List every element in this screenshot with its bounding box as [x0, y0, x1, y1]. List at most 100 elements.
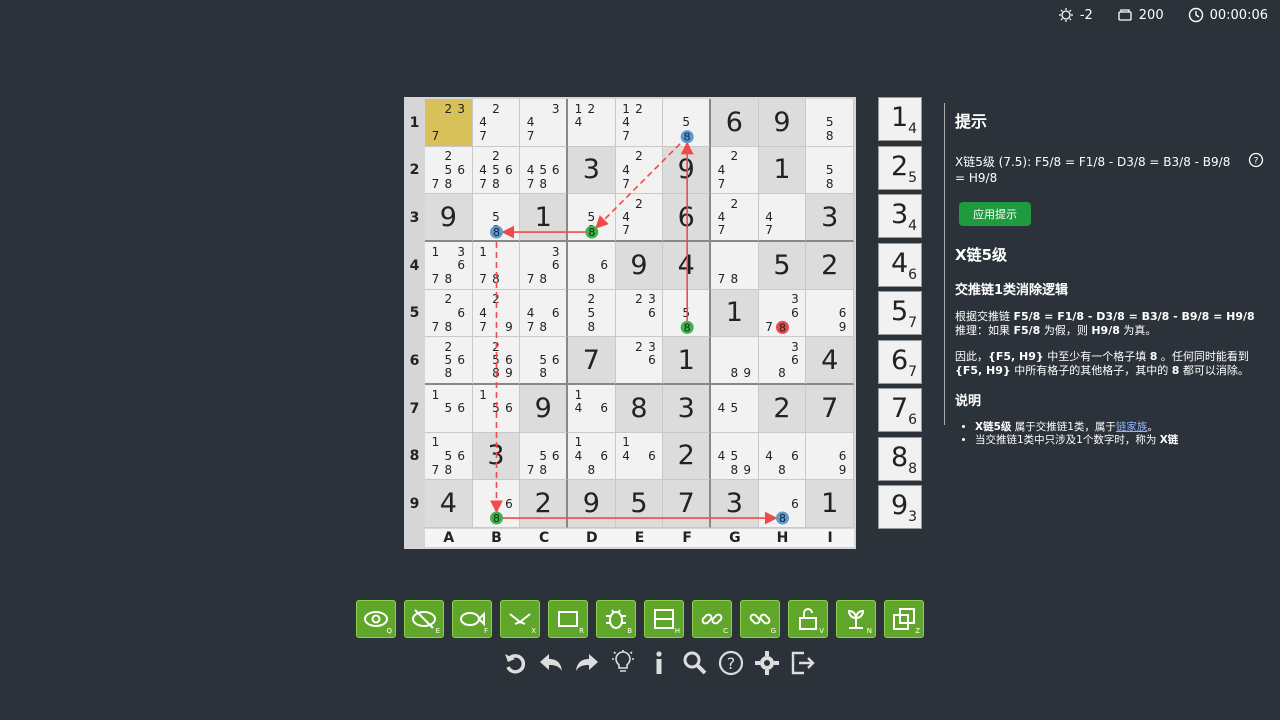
cell-e2[interactable]: 247 — [615, 146, 664, 195]
x-wing-button[interactable]: X — [500, 600, 540, 638]
cell-c9[interactable]: 2 — [520, 480, 568, 528]
cell-f3[interactable]: 6 — [663, 194, 711, 242]
exit-button[interactable] — [788, 648, 818, 678]
rectangle-button[interactable]: R — [548, 600, 588, 638]
cell-h7[interactable]: 2 — [758, 385, 807, 433]
cell-d1[interactable]: 124 — [568, 99, 616, 147]
cell-f6[interactable]: 1 — [663, 337, 711, 385]
help-circle-icon[interactable]: ? — [1248, 152, 1264, 168]
cell-a3[interactable]: 9 — [425, 194, 473, 242]
cell-h8[interactable]: 4 68 — [758, 432, 807, 481]
cell-i8[interactable]: 69 — [806, 432, 854, 481]
cell-e3[interactable]: 247 — [615, 194, 664, 242]
cell-f8[interactable]: 2 — [663, 432, 711, 481]
cell-c1[interactable]: 3 47 — [520, 99, 568, 147]
cell-f2[interactable]: 9 — [663, 146, 711, 195]
help-button[interactable]: ? — [716, 648, 746, 678]
cell-e6[interactable]: 236 — [615, 337, 664, 385]
cell-g4[interactable]: 78 — [711, 242, 759, 290]
cell-h4[interactable]: 5 — [758, 242, 807, 290]
cell-b2[interactable]: 2456 78 — [472, 146, 521, 195]
view-candidates-button[interactable]: Q — [356, 600, 396, 638]
cell-d6[interactable]: 7 — [568, 337, 616, 385]
cell-g7[interactable]: 45 — [711, 385, 759, 433]
cell-i2[interactable]: 58 — [806, 146, 854, 195]
cell-f7[interactable]: 3 — [663, 385, 711, 433]
cell-i9[interactable]: 1 — [806, 480, 854, 528]
cell-b7[interactable]: 156 — [472, 385, 521, 433]
cell-a4[interactable]: 1 36 78 — [425, 242, 473, 290]
cell-i5[interactable]: 69 — [806, 289, 854, 338]
cell-e1[interactable]: 1247 — [615, 99, 664, 147]
cell-d5[interactable]: 258 — [568, 289, 616, 338]
cell-h2[interactable]: 1 — [758, 146, 807, 195]
cell-b5[interactable]: 247 9 — [472, 289, 521, 338]
cell-g2[interactable]: 247 — [711, 146, 759, 195]
chain-family-link[interactable]: 链家族 — [1116, 421, 1148, 433]
cell-g1[interactable]: 6 — [711, 99, 759, 147]
digit-count-4[interactable]: 46 — [878, 242, 922, 287]
undo-button[interactable] — [536, 648, 566, 678]
cell-b8[interactable]: 3 — [472, 432, 521, 481]
digit-count-2[interactable]: 25 — [878, 145, 922, 190]
cell-h6[interactable]: 368 — [758, 337, 807, 385]
cell-e5[interactable]: 236 — [615, 289, 664, 338]
cell-d2[interactable]: 3 — [568, 146, 616, 195]
settings-button[interactable] — [752, 648, 782, 678]
cell-g9[interactable]: 3 — [711, 480, 759, 528]
cell-a8[interactable]: 156 78 — [425, 432, 473, 481]
unlock-button[interactable]: V — [788, 600, 828, 638]
fish-button[interactable]: F — [452, 600, 492, 638]
digit-count-5[interactable]: 57 — [878, 291, 922, 335]
digit-count-8[interactable]: 88 — [878, 436, 922, 481]
cell-d8[interactable]: 14 68 — [568, 432, 616, 481]
cell-e9[interactable]: 5 — [615, 480, 664, 528]
cell-b9[interactable]: 68 — [472, 480, 521, 528]
cell-c6[interactable]: 568 — [520, 337, 568, 385]
digit-count-6[interactable]: 67 — [878, 339, 922, 384]
cell-a2[interactable]: 256 78 — [425, 146, 473, 195]
cell-b3[interactable]: 58 — [472, 194, 521, 242]
cell-c7[interactable]: 9 — [520, 385, 568, 433]
grouped-chain-button[interactable]: G — [740, 600, 780, 638]
cell-g3[interactable]: 247 — [711, 194, 759, 242]
search-button[interactable] — [680, 648, 710, 678]
cell-g5[interactable]: 1 — [711, 289, 759, 338]
cell-c4[interactable]: 36 78 — [520, 242, 568, 290]
cell-i6[interactable]: 4 — [806, 337, 854, 385]
cell-d7[interactable]: 14 6 — [568, 385, 616, 433]
digit-count-9[interactable]: 93 — [878, 485, 922, 529]
zone-button[interactable]: Z — [884, 600, 924, 638]
cell-c3[interactable]: 1 — [520, 194, 568, 242]
nice-loop-button[interactable]: N — [836, 600, 876, 638]
cell-c5[interactable]: 4 6 78 — [520, 289, 568, 338]
cell-i3[interactable]: 3 — [806, 194, 854, 242]
cell-d4[interactable]: 68 — [568, 242, 616, 290]
restart-button[interactable] — [500, 648, 530, 678]
cell-h9[interactable]: 68 — [758, 480, 807, 528]
cell-d9[interactable]: 9 — [568, 480, 616, 528]
hide-candidates-button[interactable]: E — [404, 600, 444, 638]
cell-e8[interactable]: 14 6 — [615, 432, 664, 481]
cell-f4[interactable]: 4 — [663, 242, 711, 290]
digit-count-3[interactable]: 34 — [878, 194, 922, 238]
house-button[interactable]: H — [644, 600, 684, 638]
cell-d3[interactable]: 58 — [568, 194, 616, 242]
cell-g8[interactable]: 4589 — [711, 432, 759, 481]
cell-c2[interactable]: 456 78 — [520, 146, 568, 195]
cell-c8[interactable]: 56 78 — [520, 432, 568, 481]
cell-h1[interactable]: 9 — [758, 99, 807, 147]
cell-a7[interactable]: 156 — [425, 385, 473, 433]
digit-count-7[interactable]: 76 — [878, 388, 922, 432]
cell-a1[interactable]: 23 7 — [425, 99, 473, 147]
cell-f1[interactable]: 58 — [663, 99, 711, 147]
cell-a9[interactable]: 4 — [425, 480, 473, 528]
cell-h3[interactable]: 47 — [758, 194, 807, 242]
apply-hint-button[interactable]: 应用提示 — [959, 202, 1031, 226]
cell-e7[interactable]: 8 — [615, 385, 664, 433]
cell-a6[interactable]: 2568 — [425, 337, 473, 385]
cell-b6[interactable]: 25689 — [472, 337, 521, 385]
cell-i1[interactable]: 58 — [806, 99, 854, 147]
bug-button[interactable]: B — [596, 600, 636, 638]
redo-button[interactable] — [572, 648, 602, 678]
